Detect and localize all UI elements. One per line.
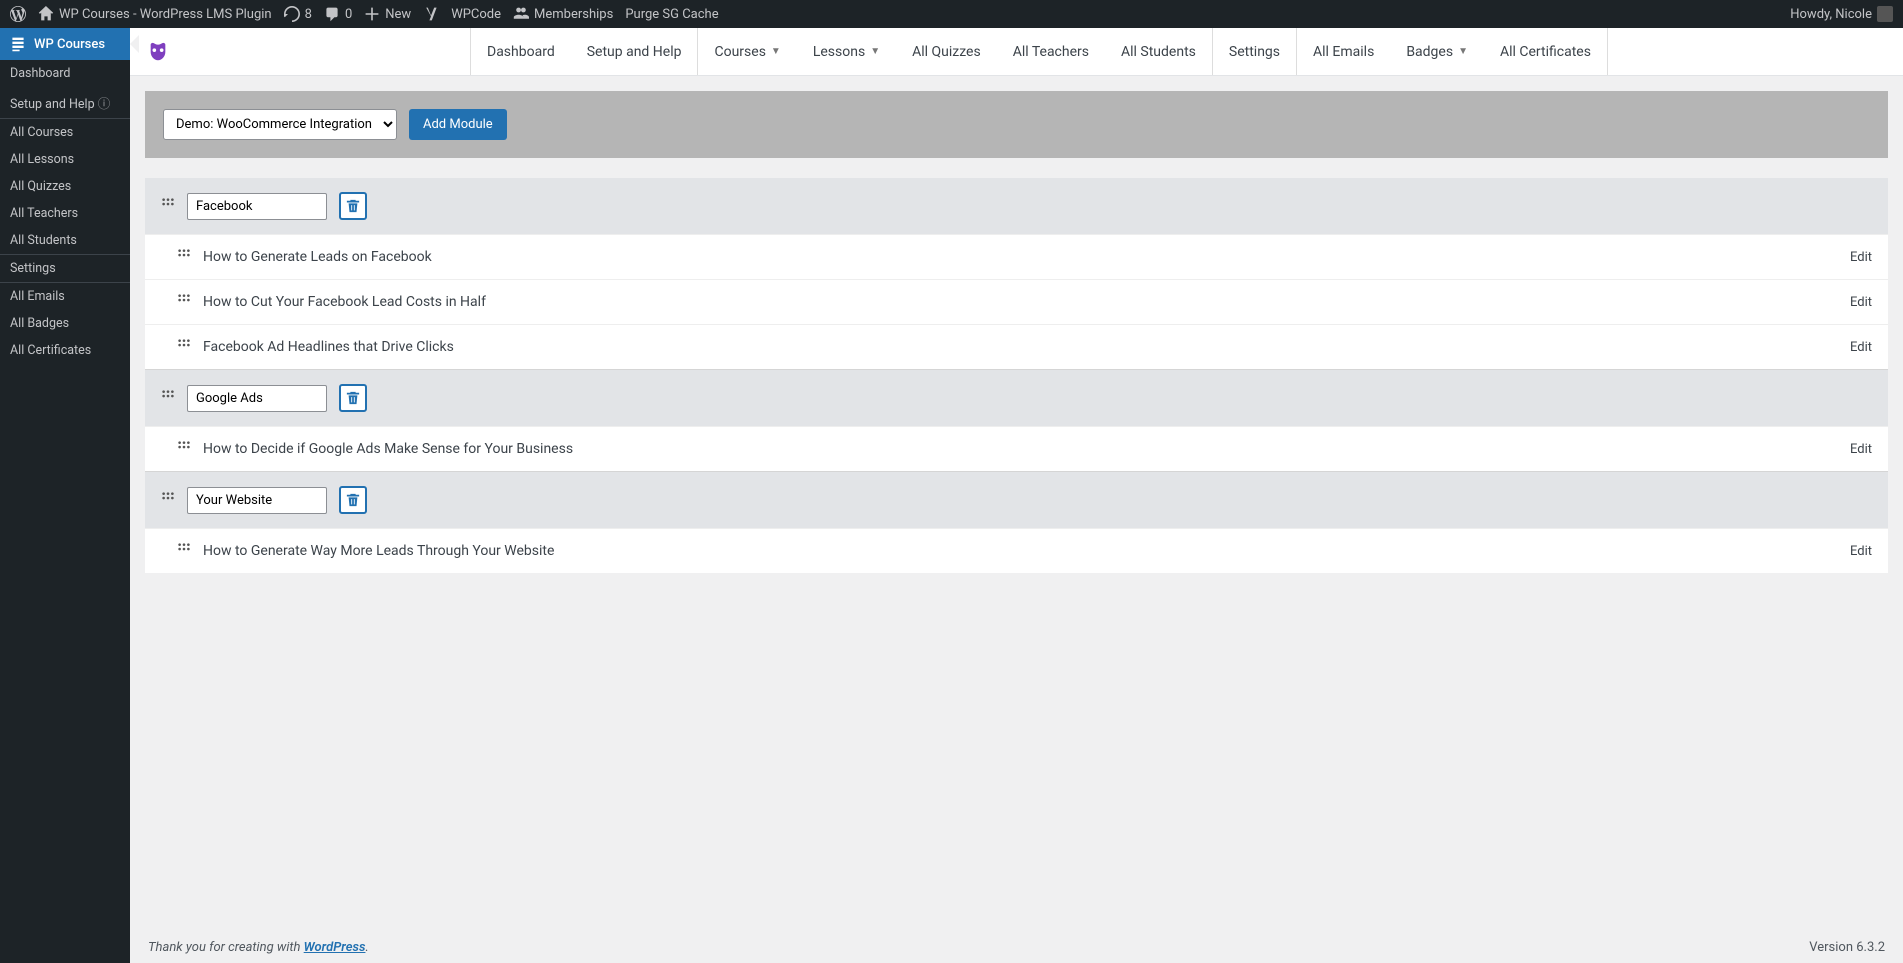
sidebar-item-dashboard[interactable]: Dashboard [0,60,130,87]
sidebar-item-setup-and-help[interactable]: Setup and Help ⓘ [0,87,130,118]
new-link[interactable]: New [364,0,411,28]
course-select[interactable]: Demo: WooCommerce Integration [163,109,397,140]
updates-count: 8 [305,7,312,22]
wp-logo[interactable] [10,0,26,28]
wp-version: Version 6.3.2 [1809,940,1885,955]
edit-lesson-link[interactable]: Edit [1850,295,1872,310]
new-label: New [385,7,411,22]
lesson-row: Facebook Ad Headlines that Drive Clicks E… [145,324,1888,369]
drag-handle-icon[interactable] [177,248,191,266]
drag-handle-icon[interactable] [161,389,175,407]
drag-handle-icon[interactable] [161,491,175,509]
sidebar-item-all-students[interactable]: All Students [0,227,130,254]
sidebar-item-all-teachers[interactable]: All Teachers [0,200,130,227]
module-title-input[interactable] [187,193,327,220]
wordpress-icon [10,6,26,22]
edit-lesson-link[interactable]: Edit [1850,250,1872,265]
yoast-link[interactable] [423,0,439,28]
delete-module-button[interactable] [339,192,367,220]
sidebar-item-all-badges[interactable]: All Badges [0,310,130,337]
nav-all-certificates[interactable]: All Certificates [1484,28,1607,75]
home-icon [38,6,54,22]
nav-all-teachers[interactable]: All Teachers [997,28,1105,75]
lesson-title: How to Generate Way More Leads Through Y… [203,543,1838,559]
comments-count: 0 [345,7,352,22]
footer-thanks: Thank you for creating with [148,940,304,955]
delete-module-button[interactable] [339,384,367,412]
sidebar-item-all-courses[interactable]: All Courses [0,119,130,146]
yoast-icon [423,6,439,22]
sidebar-item-settings[interactable]: Settings [0,255,130,282]
account-link[interactable]: Howdy, Nicole [1790,0,1893,28]
chevron-down-icon: ▼ [1458,46,1468,57]
avatar [1877,6,1893,22]
course-toolbar: Demo: WooCommerce Integration Add Module [145,91,1888,158]
memberships-link[interactable]: Memberships [513,0,613,28]
update-icon [284,6,300,22]
plus-icon [364,6,380,22]
lesson-title: How to Decide if Google Ads Make Sense f… [203,441,1838,457]
module-title-input[interactable] [187,385,327,412]
owl-icon [147,41,169,63]
purge-cache-link[interactable]: Purge SG Cache [625,0,718,28]
lesson-row: How to Decide if Google Ads Make Sense f… [145,426,1888,471]
drag-handle-icon[interactable] [177,542,191,560]
modules-list: How to Generate Leads on FacebookEditHow… [145,178,1888,573]
wp-admin-bar: WP Courses - WordPress LMS Plugin 8 0 Ne… [0,0,1903,28]
comment-icon [324,6,340,22]
group-icon [513,6,529,22]
chevron-down-icon: ▼ [870,46,880,57]
wordpress-link[interactable]: WordPress [304,940,366,955]
lesson-row: How to Cut Your Facebook Lead Costs in H… [145,279,1888,324]
main-content: DashboardSetup and HelpCourses▼Lessons▼A… [130,28,1903,963]
nav-setup-and-help[interactable]: Setup and Help [571,28,698,75]
edit-lesson-link[interactable]: Edit [1850,340,1872,355]
lesson-row: How to Generate Leads on Facebook Edit [145,234,1888,279]
edit-lesson-link[interactable]: Edit [1850,544,1872,559]
sidebar-item-all-certificates[interactable]: All Certificates [0,337,130,364]
sidebar-item-all-lessons[interactable]: All Lessons [0,146,130,173]
nav-lessons[interactable]: Lessons▼ [797,28,896,75]
sidebar-main-item[interactable]: WP Courses [0,28,130,60]
sidebar-item-all-quizzes[interactable]: All Quizzes [0,173,130,200]
module-header [145,178,1888,234]
howdy-text: Howdy, Nicole [1790,7,1872,22]
chevron-down-icon: ▼ [771,46,781,57]
lesson-title: How to Cut Your Facebook Lead Costs in H… [203,294,1838,310]
drag-handle-icon[interactable] [177,293,191,311]
plugin-logo[interactable] [146,40,170,64]
module-header [145,369,1888,426]
sidebar-item-all-emails[interactable]: All Emails [0,283,130,310]
nav-badges[interactable]: Badges▼ [1390,28,1484,75]
nav-all-emails[interactable]: All Emails [1297,28,1390,75]
courses-icon [10,36,26,52]
site-title: WP Courses - WordPress LMS Plugin [59,7,272,22]
nav-courses[interactable]: Courses▼ [698,28,796,75]
module-title-input[interactable] [187,487,327,514]
add-module-button[interactable]: Add Module [409,109,507,140]
nav-all-students[interactable]: All Students [1105,28,1212,75]
nav-dashboard[interactable]: Dashboard [471,28,571,75]
site-link[interactable]: WP Courses - WordPress LMS Plugin [38,0,272,28]
lesson-title: How to Generate Leads on Facebook [203,249,1838,265]
drag-handle-icon[interactable] [177,338,191,356]
comments-link[interactable]: 0 [324,0,352,28]
updates-link[interactable]: 8 [284,0,312,28]
admin-sidebar: WP Courses DashboardSetup and Help ⓘAll … [0,28,130,963]
nav-settings[interactable]: Settings [1213,28,1296,75]
drag-handle-icon[interactable] [161,197,175,215]
lesson-title: Facebook Ad Headlines that Drive Clicks [203,339,1838,355]
edit-lesson-link[interactable]: Edit [1850,442,1872,457]
wpcode-link[interactable]: WPCode [451,0,501,28]
wp-footer: Thank you for creating with WordPress. V… [148,920,1885,955]
module-header [145,471,1888,528]
drag-handle-icon[interactable] [177,440,191,458]
nav-all-quizzes[interactable]: All Quizzes [896,28,997,75]
lesson-row: How to Generate Way More Leads Through Y… [145,528,1888,573]
sidebar-main-label: WP Courses [34,37,105,52]
delete-module-button[interactable] [339,486,367,514]
plugin-nav: DashboardSetup and HelpCourses▼Lessons▼A… [130,28,1903,76]
